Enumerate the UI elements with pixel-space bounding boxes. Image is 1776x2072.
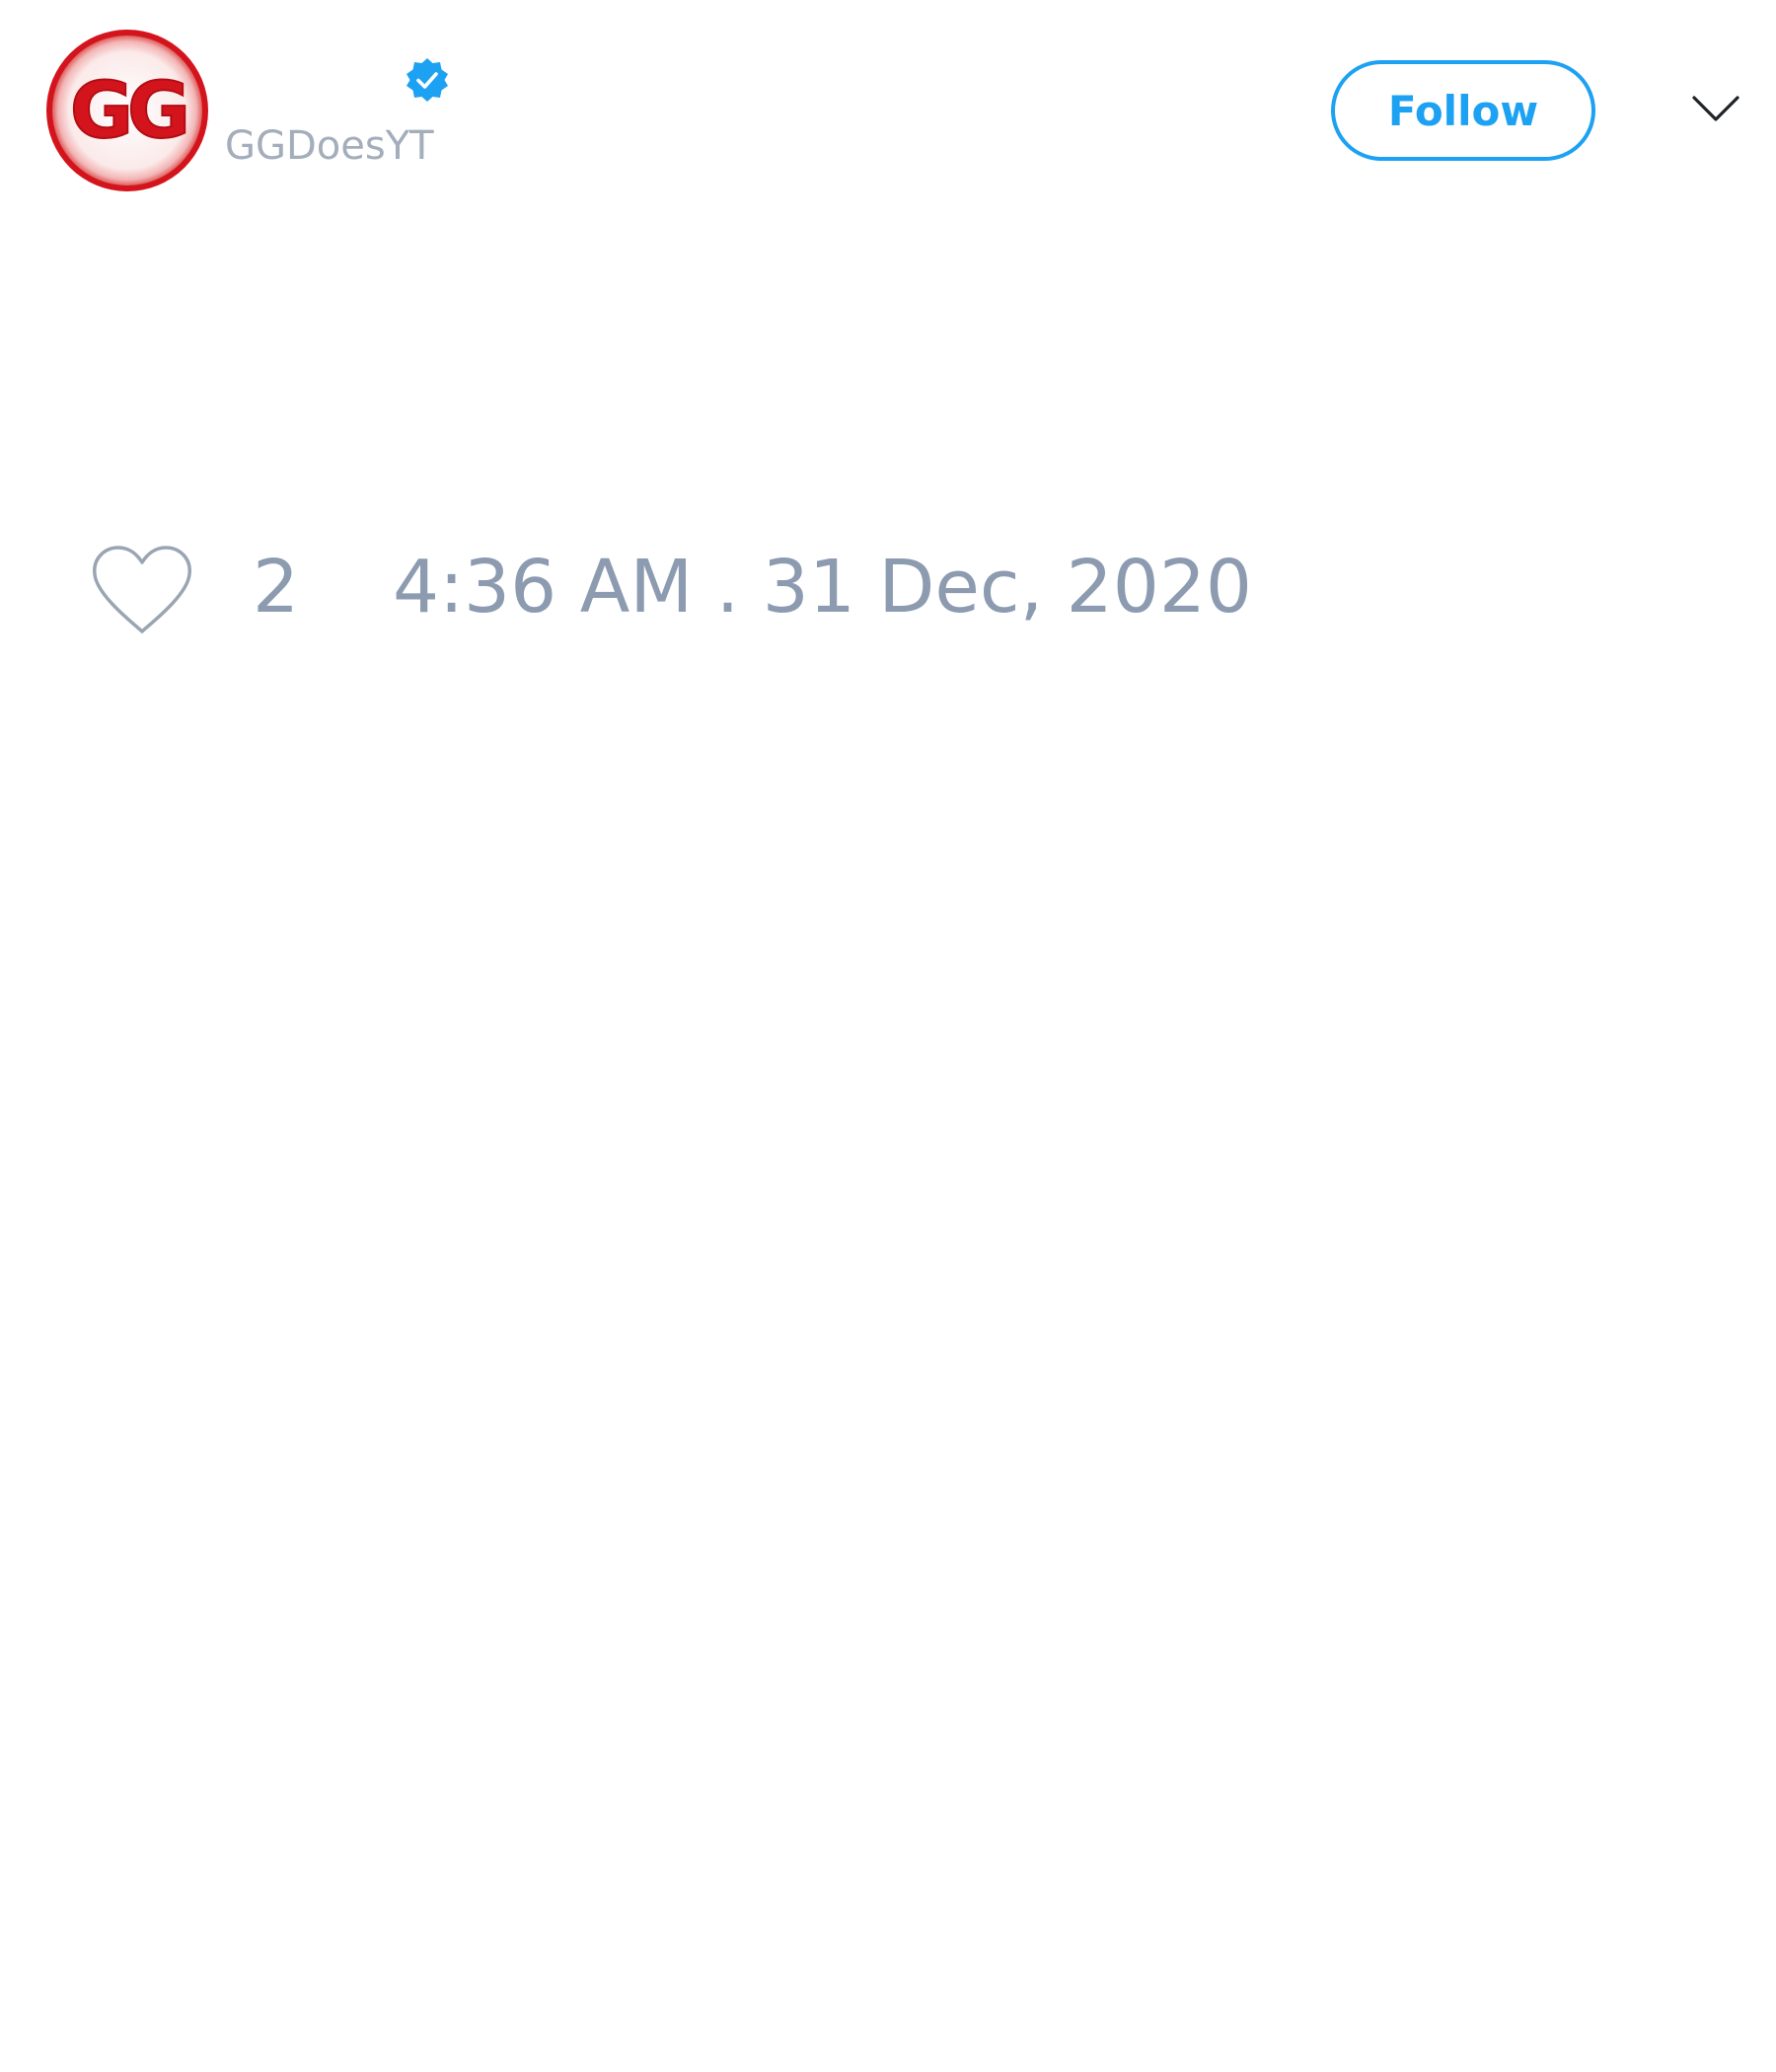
- verified-badge-icon: [405, 57, 450, 103]
- heart-icon[interactable]: [91, 545, 193, 635]
- like-count: 2: [253, 545, 300, 629]
- tweet-actions: 2 4:36 AM . 31 Dec, 2020: [0, 533, 1776, 651]
- svg-text:GG: GG: [70, 67, 185, 156]
- tweet-card: GG GGDoesYT Follow 2 4:36 AM . 31 Dec, 2…: [0, 0, 1776, 2072]
- tweet-timestamp[interactable]: 4:36 AM . 31 Dec, 2020: [393, 551, 1252, 624]
- chevron-down-icon[interactable]: [1691, 93, 1740, 124]
- gg-logo-icon: GG: [46, 30, 208, 191]
- avatar[interactable]: GG: [43, 27, 211, 194]
- author-handle[interactable]: GGDoesYT: [225, 126, 434, 166]
- follow-button[interactable]: Follow: [1331, 60, 1595, 161]
